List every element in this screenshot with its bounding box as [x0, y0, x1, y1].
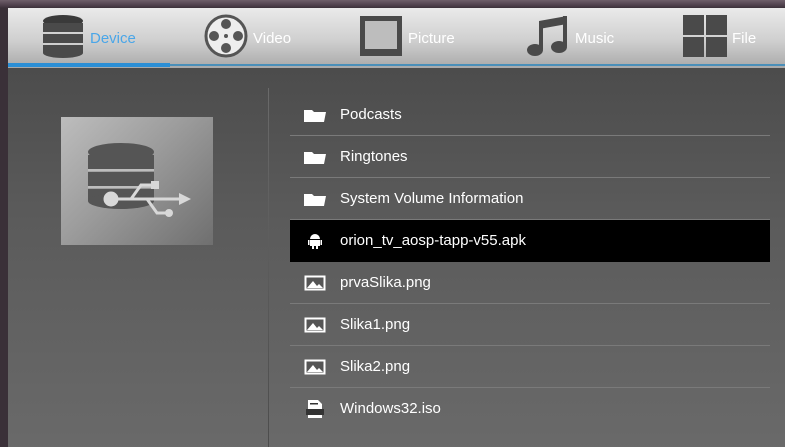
grid-icon — [682, 13, 728, 64]
tab-file[interactable]: File — [682, 8, 756, 68]
file-list: Podcasts Ringtones System Volume Informa… — [290, 94, 770, 429]
file-name: Windows32.iso — [340, 400, 441, 417]
file-name: Ringtones — [340, 148, 408, 165]
active-tab-indicator — [8, 63, 170, 67]
screen: Device Video Picture Music File Podcasts… — [8, 8, 785, 447]
tab-device[interactable]: Device — [40, 8, 136, 68]
txt-file-icon — [290, 399, 340, 419]
folder-icon — [290, 191, 340, 207]
folder-icon — [290, 107, 340, 123]
file-name: System Volume Information — [340, 190, 524, 207]
category-tabbar: Device Video Picture Music File — [8, 8, 785, 68]
tab-video[interactable]: Video — [203, 8, 291, 68]
folder-icon — [290, 149, 340, 165]
file-name: Podcasts — [340, 106, 402, 123]
tab-device-label: Device — [90, 29, 136, 47]
list-item[interactable]: Ringtones — [290, 136, 770, 178]
image-icon — [290, 275, 340, 291]
file-name: prvaSlika.png — [340, 274, 431, 291]
list-item[interactable]: Slika2.png — [290, 346, 770, 388]
image-icon — [290, 317, 340, 333]
tab-video-label: Video — [253, 29, 292, 47]
image-icon — [290, 359, 340, 375]
tab-picture-label: Picture — [408, 29, 455, 47]
film-reel-icon — [203, 13, 249, 64]
list-item[interactable]: Windows32.iso — [290, 388, 770, 429]
list-item[interactable]: prvaSlika.png — [290, 262, 770, 304]
file-name: Slika1.png — [340, 316, 411, 333]
file-name: Slika2.png — [340, 358, 411, 375]
file-name: orion_tv_aosp-tapp-v55.apk — [340, 232, 526, 249]
tab-file-label: File — [732, 29, 757, 47]
music-note-icon — [525, 13, 571, 64]
list-item[interactable]: System Volume Information — [290, 178, 770, 220]
list-item-selected[interactable]: orion_tv_aosp-tapp-v55.apk — [290, 220, 770, 262]
device-preview — [61, 117, 213, 245]
tab-music-label: Music — [575, 29, 615, 47]
database-icon — [40, 13, 86, 64]
list-item[interactable]: Podcasts — [290, 94, 770, 136]
panel-divider — [268, 88, 269, 447]
android-icon — [290, 233, 340, 249]
usb-database-icon — [61, 143, 213, 249]
tab-picture[interactable]: Picture — [358, 8, 455, 68]
tab-music[interactable]: Music — [525, 8, 614, 68]
list-item[interactable]: Slika1.png — [290, 304, 770, 346]
picture-frame-icon — [358, 13, 404, 64]
